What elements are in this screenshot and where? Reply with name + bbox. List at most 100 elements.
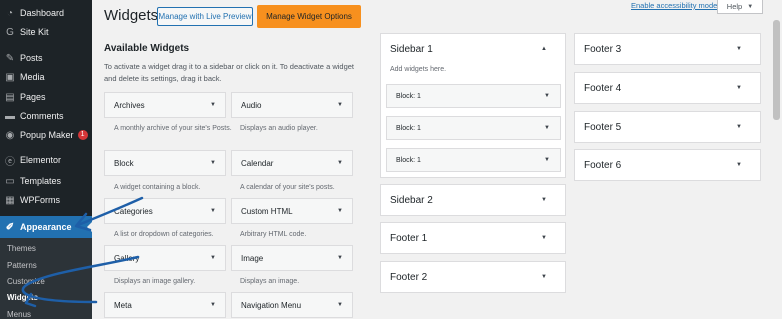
widget-description: Displays an image gallery.	[114, 278, 196, 285]
widget-audio[interactable]: Audio ▼	[231, 92, 353, 118]
menu-label: Popup Maker	[20, 130, 74, 140]
widget-area-title: Sidebar 1	[390, 43, 433, 55]
menu-item-media[interactable]: ▣ Media	[0, 66, 92, 88]
submenu-item-themes[interactable]: Themes	[7, 244, 36, 253]
chevron-down-icon: ▼	[736, 162, 742, 168]
chevron-down-icon: ▼	[337, 160, 343, 166]
submenu-item-customize[interactable]: Customize	[7, 277, 45, 286]
chevron-down-icon: ▼	[544, 125, 550, 131]
chevron-down-icon: ▼	[210, 255, 216, 261]
accessibility-mode-link[interactable]: Enable accessibility mode	[631, 1, 717, 10]
dashboard-icon: ◔	[6, 7, 14, 19]
appearance-icon: ✐	[5, 221, 15, 233]
chevron-down-icon: ▼	[736, 124, 742, 130]
widget-title: Categories	[114, 206, 153, 216]
site-kit-icon: G	[6, 26, 14, 38]
widget-area-footer-3[interactable]: Footer 3 ▼	[574, 33, 761, 65]
menu-label: Templates	[20, 176, 62, 186]
widget-title: Audio	[241, 100, 262, 110]
widget-description: A monthly archive of your site's Posts.	[114, 125, 232, 132]
widget-block[interactable]: Block ▼	[104, 150, 226, 176]
widget-title: Block	[114, 158, 134, 168]
available-widgets-heading: Available Widgets	[104, 43, 190, 54]
widget-description: Arbitrary HTML code.	[240, 231, 307, 238]
menu-item-wpforms[interactable]: ▦ WPForms	[0, 189, 92, 211]
widget-archives[interactable]: Archives ▼	[104, 92, 226, 118]
widget-description: Displays an image.	[240, 278, 300, 285]
widget-title: Archives	[114, 100, 145, 110]
widget-description: A calendar of your site's posts.	[240, 184, 335, 191]
chevron-down-icon: ▼	[337, 102, 343, 108]
widget-calendar[interactable]: Calendar ▼	[231, 150, 353, 176]
widget-area-footer-2[interactable]: Footer 2 ▼	[380, 261, 566, 293]
chevron-down-icon: ▼	[736, 46, 742, 52]
widget-gallery[interactable]: Gallery ▼	[104, 245, 226, 271]
widget-area-footer-1[interactable]: Footer 1 ▼	[380, 222, 566, 254]
help-tab-button[interactable]: Help ▼	[717, 0, 763, 14]
chevron-down-icon: ▼	[337, 302, 343, 308]
widget-navigation-menu[interactable]: Navigation Menu ▼	[231, 292, 353, 318]
widget-title: Custom HTML	[241, 206, 293, 216]
widget-title: Gallery	[114, 253, 140, 263]
placed-widget-block[interactable]: Block: 1 ▼	[386, 148, 561, 172]
widget-area-sidebar-1[interactable]: Sidebar 1 ▲ Add widgets here. Block: 1 ▼…	[380, 33, 566, 178]
menu-label: Appearance	[20, 222, 72, 232]
widget-area-footer-4[interactable]: Footer 4 ▼	[574, 72, 761, 104]
widget-title: Image	[241, 253, 264, 263]
widget-image[interactable]: Image ▼	[231, 245, 353, 271]
widget-area-hint: Add widgets here.	[390, 66, 447, 73]
notification-badge: 1	[77, 130, 88, 140]
widget-area-title: Footer 5	[584, 121, 622, 133]
available-widgets-description: To activate a widget drag it to a sideba…	[104, 62, 354, 83]
menu-item-popup-maker[interactable]: ◉ Popup Maker 1	[0, 124, 92, 146]
widget-title: Block: 1	[396, 92, 421, 100]
menu-label: WPForms	[20, 195, 60, 205]
widget-area-footer-5[interactable]: Footer 5 ▼	[574, 111, 761, 143]
scrollbar-thumb[interactable]	[773, 20, 780, 120]
media-icon: ▣	[5, 71, 15, 83]
chevron-down-icon: ▼	[736, 85, 742, 91]
chevron-down-icon: ▼	[544, 93, 550, 99]
widget-meta[interactable]: Meta ▼	[104, 292, 226, 318]
chevron-down-icon: ▼	[541, 197, 547, 203]
widget-area-footer-6[interactable]: Footer 6 ▼	[574, 149, 761, 181]
pages-icon: ▤	[5, 91, 15, 103]
elementor-icon: ⓔ	[5, 156, 15, 168]
submenu-item-widgets[interactable]: Widgets	[7, 293, 38, 302]
chevron-down-icon: ▼	[210, 302, 216, 308]
page-scrollbar[interactable]	[771, 14, 782, 319]
widget-area-sidebar-2[interactable]: Sidebar 2 ▼	[380, 184, 566, 216]
widget-description: Displays an audio player.	[240, 125, 318, 132]
menu-item-site-kit[interactable]: G Site Kit	[0, 21, 92, 43]
chevron-down-icon: ▼	[541, 274, 547, 280]
placed-widget-block[interactable]: Block: 1 ▼	[386, 84, 561, 108]
menu-item-appearance[interactable]: ✐ Appearance	[0, 216, 93, 238]
manage-widget-options-button[interactable]: Manage Widget Options	[257, 5, 361, 28]
chevron-up-icon: ▲	[541, 46, 547, 52]
widget-area-title: Footer 1	[390, 232, 428, 244]
widget-area-title: Sidebar 2	[390, 194, 433, 206]
menu-label: Dashboard	[20, 8, 65, 18]
chevron-down-icon: ▼	[337, 208, 343, 214]
manage-live-preview-button[interactable]: Manage with Live Preview	[157, 7, 253, 26]
widget-title: Block: 1	[396, 124, 421, 132]
widget-area-title: Footer 4	[584, 82, 622, 94]
widget-title: Navigation Menu	[241, 300, 302, 310]
widget-custom-html[interactable]: Custom HTML ▼	[231, 198, 353, 224]
popup-maker-icon: ◉	[5, 129, 15, 141]
chevron-down-icon: ▼	[210, 208, 216, 214]
widget-description: A list or dropdown of categories.	[114, 231, 214, 238]
widget-categories[interactable]: Categories ▼	[104, 198, 226, 224]
widget-area-title: Footer 6	[584, 159, 622, 171]
menu-item-elementor[interactable]: ⓔ Elementor	[0, 149, 92, 171]
help-label: Help	[726, 2, 743, 11]
menu-label: Site Kit	[20, 27, 49, 37]
chevron-down-icon: ▼	[747, 3, 754, 10]
placed-widget-block[interactable]: Block: 1 ▼	[386, 116, 561, 140]
submenu-item-patterns[interactable]: Patterns	[7, 261, 37, 270]
widget-title: Meta	[114, 300, 132, 310]
submenu-item-menus[interactable]: Menus	[7, 310, 31, 319]
widget-area-header[interactable]: Sidebar 1 ▲	[381, 34, 565, 64]
appearance-submenu: Themes Patterns Customize Widgets Menus	[0, 238, 92, 319]
widget-title: Calendar	[241, 158, 274, 168]
